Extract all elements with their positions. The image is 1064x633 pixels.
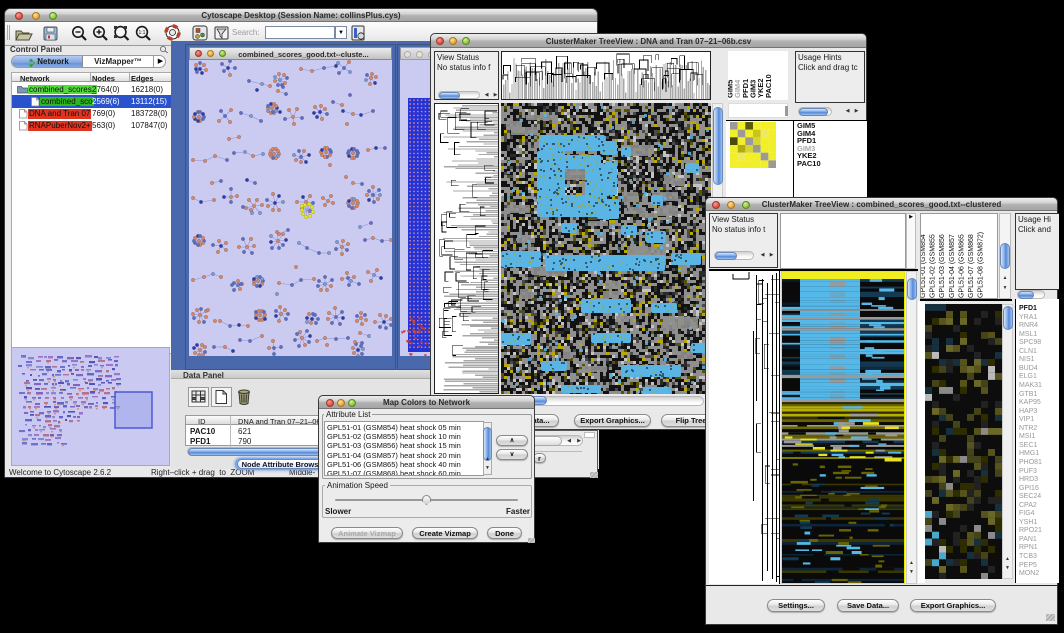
svg-text:1:1: 1:1 xyxy=(139,30,146,36)
svg-text:GPL51-02 (GSM855: GPL51-02 (GSM855 xyxy=(930,234,937,298)
svg-text:GPL51-03 (GSM856: GPL51-03 (GSM856 xyxy=(939,234,946,298)
svg-text:GPL51-04 (GSM857: GPL51-04 (GSM857 xyxy=(949,234,956,298)
svg-text:GPL51-07 (GSM868: GPL51-07 (GSM868 xyxy=(968,234,975,298)
svg-text:PAC10: PAC10 xyxy=(764,74,773,98)
svg-text:GPL51-08 (GSM872): GPL51-08 (GSM872) xyxy=(978,232,985,298)
svg-text:GPL51-01 (GSM854: GPL51-01 (GSM854 xyxy=(921,234,927,298)
svg-text:GPL51-06 (GSM865: GPL51-06 (GSM865 xyxy=(958,234,965,298)
